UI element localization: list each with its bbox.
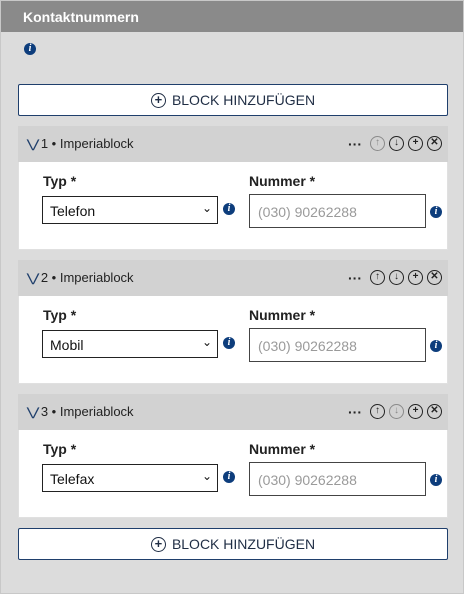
block-title: ⋁ 3 • Imperiablock	[27, 404, 134, 419]
type-select-value: Telefon	[50, 203, 96, 219]
panel-title: Kontaktnummern	[1, 1, 463, 32]
number-label: Nummer *	[249, 441, 316, 457]
more-dots-icon[interactable]: ···	[348, 137, 362, 151]
chevron-down-icon: ⌄	[201, 201, 212, 215]
type-label: Typ *	[43, 441, 77, 457]
block-body: Typ * Nummer * Mobil ⌄ i (030) 90262288 …	[18, 296, 448, 384]
block-toolbar: ··· ↑ ↓ + ✕	[348, 404, 442, 419]
chevron-down-icon: ⌄	[201, 469, 212, 483]
block-index-label: 1 • Imperiablock	[40, 136, 134, 151]
type-label: Typ *	[43, 173, 77, 189]
type-select[interactable]: Mobil ⌄	[42, 330, 218, 358]
chevron-double-down-icon[interactable]: ⋁	[27, 137, 40, 151]
imperia-block-3: ⋁ 3 • Imperiablock ··· ↑ ↓ + ✕ Typ * Num…	[18, 394, 448, 518]
close-circle-icon[interactable]: ✕	[427, 136, 442, 151]
number-label: Nummer *	[249, 307, 316, 323]
block-header: ⋁ 1 • Imperiablock ··· ↑ ↓ + ✕	[18, 126, 448, 162]
info-icon[interactable]: i	[24, 43, 36, 55]
kontaktnummern-panel: Kontaktnummern i + BLOCK HINZUFÜGEN ⋁ 1 …	[0, 0, 464, 594]
more-dots-icon[interactable]: ···	[348, 405, 362, 419]
arrow-down-circle-icon[interactable]: ↓	[389, 404, 404, 419]
arrow-down-circle-icon[interactable]: ↓	[389, 270, 404, 285]
number-input[interactable]: (030) 90262288	[249, 462, 426, 496]
block-index-label: 2 • Imperiablock	[40, 270, 134, 285]
more-dots-icon[interactable]: ···	[348, 271, 362, 285]
block-title: ⋁ 2 • Imperiablock	[27, 270, 134, 285]
plus-circle-icon: +	[150, 92, 166, 108]
info-icon[interactable]: i	[223, 471, 235, 483]
imperia-block-2: ⋁ 2 • Imperiablock ··· ↑ ↓ + ✕ Typ * Num…	[18, 260, 448, 384]
add-block-label: BLOCK HINZUFÜGEN	[171, 92, 316, 108]
info-icon[interactable]: i	[223, 203, 235, 215]
chevron-down-icon: ⌄	[201, 335, 212, 349]
type-select-value: Telefax	[50, 471, 95, 487]
chevron-double-down-icon[interactable]: ⋁	[27, 271, 40, 285]
block-title: ⋁ 1 • Imperiablock	[27, 136, 134, 151]
add-block-button-top[interactable]: + BLOCK HINZUFÜGEN	[18, 84, 448, 116]
plus-circle-icon: +	[150, 536, 166, 552]
block-index-label: 3 • Imperiablock	[40, 404, 134, 419]
chevron-double-down-icon[interactable]: ⋁	[27, 405, 40, 419]
block-toolbar: ··· ↑ ↓ + ✕	[348, 136, 442, 151]
type-select-value: Mobil	[50, 337, 84, 353]
close-circle-icon[interactable]: ✕	[427, 404, 442, 419]
add-block-button-bottom[interactable]: + BLOCK HINZUFÜGEN	[18, 528, 448, 560]
arrow-down-circle-icon[interactable]: ↓	[389, 136, 404, 151]
block-header: ⋁ 3 • Imperiablock ··· ↑ ↓ + ✕	[18, 394, 448, 430]
arrow-up-circle-icon[interactable]: ↑	[370, 270, 385, 285]
block-body: Typ * Nummer * Telefax ⌄ i (030) 9026228…	[18, 430, 448, 518]
block-header: ⋁ 2 • Imperiablock ··· ↑ ↓ + ✕	[18, 260, 448, 296]
arrow-up-circle-icon[interactable]: ↑	[370, 404, 385, 419]
block-toolbar: ··· ↑ ↓ + ✕	[348, 270, 442, 285]
type-select[interactable]: Telefax ⌄	[42, 464, 218, 492]
info-icon[interactable]: i	[223, 337, 235, 349]
number-input[interactable]: (030) 90262288	[249, 328, 426, 362]
plus-circle-icon[interactable]: +	[408, 136, 423, 151]
arrow-up-circle-icon[interactable]: ↑	[370, 136, 385, 151]
block-body: Typ * Nummer * Telefon ⌄ i (030) 9026228…	[18, 162, 448, 250]
info-icon[interactable]: i	[430, 206, 442, 218]
plus-circle-icon[interactable]: +	[408, 404, 423, 419]
add-block-label: BLOCK HINZUFÜGEN	[171, 536, 316, 552]
imperia-block-1: ⋁ 1 • Imperiablock ··· ↑ ↓ + ✕ Typ * Num…	[18, 126, 448, 250]
plus-circle-icon[interactable]: +	[408, 270, 423, 285]
type-select[interactable]: Telefon ⌄	[42, 196, 218, 224]
type-label: Typ *	[43, 307, 77, 323]
info-icon[interactable]: i	[430, 474, 442, 486]
number-label: Nummer *	[249, 173, 316, 189]
info-icon[interactable]: i	[430, 340, 442, 352]
number-input[interactable]: (030) 90262288	[249, 194, 426, 228]
close-circle-icon[interactable]: ✕	[427, 270, 442, 285]
